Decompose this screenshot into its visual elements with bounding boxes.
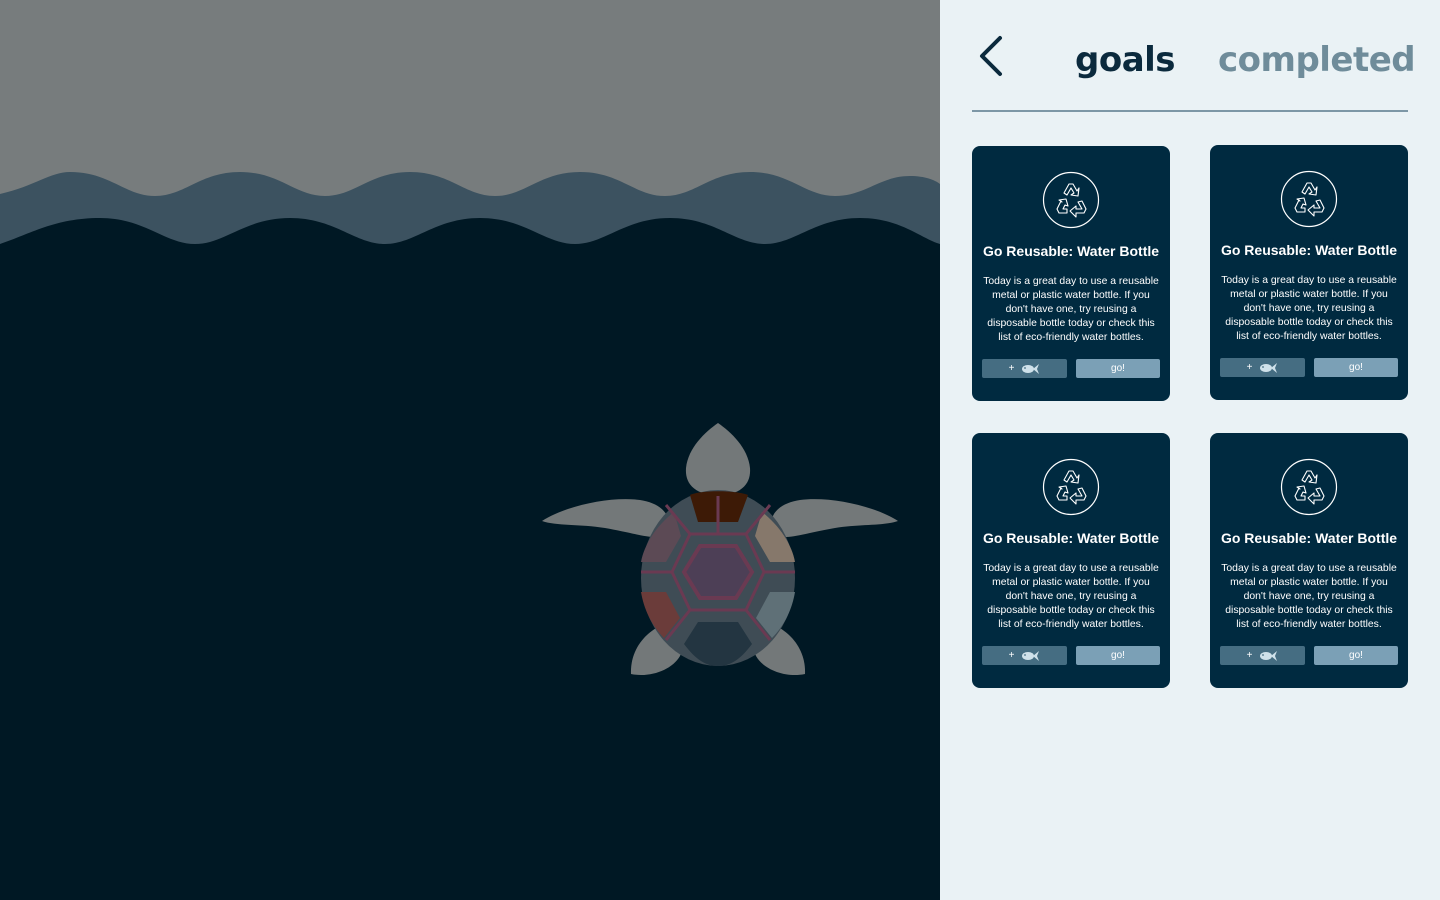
add-goal-button[interactable]: +	[1220, 358, 1305, 377]
go-button[interactable]: go!	[1314, 358, 1398, 377]
go-button[interactable]: go!	[1076, 646, 1160, 665]
add-label: +	[1246, 362, 1253, 373]
goal-card: Go Reusable: Water Bottle Today is a gre…	[972, 433, 1170, 688]
ocean-illustration	[0, 0, 940, 900]
add-label: +	[1008, 363, 1015, 374]
tab-completed[interactable]: completed	[1218, 38, 1416, 82]
back-button[interactable]	[972, 32, 1018, 82]
recycle-icon	[1280, 458, 1338, 516]
goal-description: Today is a great day to use a reusable m…	[983, 276, 1159, 343]
recycle-icon	[1280, 170, 1338, 228]
goal-card: Go Reusable: Water Bottle Today is a gre…	[972, 146, 1170, 401]
goal-title: Go Reusable: Water Bottle	[1220, 530, 1398, 546]
add-goal-button[interactable]: +	[982, 359, 1067, 378]
recycle-icon	[1042, 171, 1100, 229]
goal-description: Today is a great day to use a reusable m…	[983, 563, 1159, 630]
goal-description: Today is a great day to use a reusable m…	[1221, 275, 1397, 342]
goal-title: Go Reusable: Water Bottle	[1220, 242, 1398, 258]
goals-panel: goals completed Go Reusable: Water Bottl…	[940, 0, 1440, 900]
add-label: +	[1008, 650, 1015, 661]
tab-divider	[972, 110, 1408, 112]
go-button[interactable]: go!	[1314, 646, 1398, 665]
front-wave	[0, 218, 940, 900]
tab-goals[interactable]: goals	[1075, 38, 1176, 82]
fish-icon	[1022, 363, 1040, 374]
goal-title: Go Reusable: Water Bottle	[982, 243, 1160, 259]
goal-card: Go Reusable: Water Bottle Today is a gre…	[1210, 433, 1408, 688]
add-goal-button[interactable]: +	[1220, 646, 1305, 665]
go-button[interactable]: go!	[1076, 359, 1160, 378]
shell-segment-center	[681, 544, 755, 600]
chevron-left-icon	[980, 36, 1002, 76]
fish-icon	[1260, 650, 1278, 661]
add-label: +	[1246, 650, 1253, 661]
goal-description: Today is a great day to use a reusable m…	[1221, 563, 1397, 630]
recycle-icon	[1042, 458, 1100, 516]
goal-card: Go Reusable: Water Bottle Today is a gre…	[1210, 145, 1408, 400]
fish-icon	[1260, 362, 1278, 373]
fish-icon	[1022, 650, 1040, 661]
goal-title: Go Reusable: Water Bottle	[982, 530, 1160, 546]
ocean-scene	[0, 0, 940, 900]
add-goal-button[interactable]: +	[982, 646, 1067, 665]
